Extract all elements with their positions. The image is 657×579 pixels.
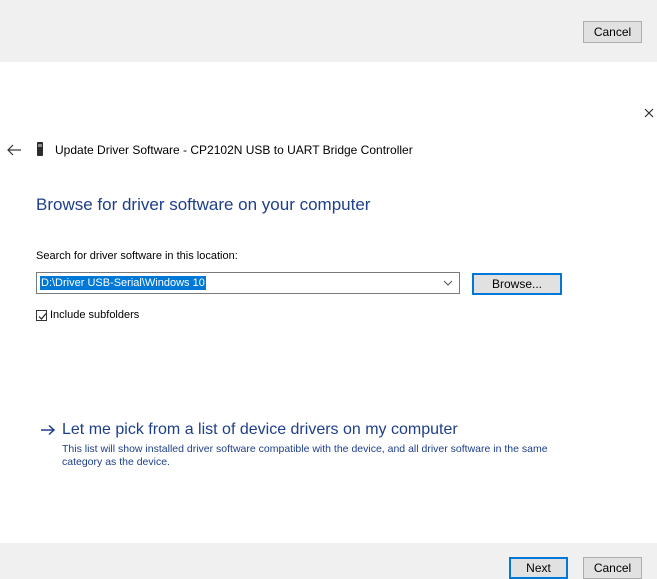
top-cancel-button[interactable]: Cancel [583, 21, 642, 43]
pick-driver-list-description: This list will show installed driver sof… [62, 443, 548, 468]
close-icon[interactable] [642, 106, 656, 120]
pick-driver-list-link[interactable]: Let me pick from a list of device driver… [40, 421, 458, 439]
top-button-bar: Cancel [0, 0, 657, 62]
pick-driver-list-title[interactable]: Let me pick from a list of device driver… [62, 421, 458, 439]
arrow-right-icon [41, 424, 56, 436]
driver-path-combobox[interactable]: D:\Driver USB-Serial\Windows 10 [36, 272, 460, 294]
next-button[interactable]: Next [509, 557, 568, 579]
include-subfolders-checkbox[interactable] [36, 309, 47, 321]
chevron-down-icon[interactable] [443, 279, 453, 287]
usb-device-icon [37, 142, 43, 156]
include-subfolders-option[interactable]: Include subfolders [36, 309, 139, 321]
search-location-label: Search for driver software in this locat… [36, 250, 238, 262]
page-heading: Browse for driver software on your compu… [36, 195, 371, 214]
browse-button[interactable]: Browse... [472, 273, 562, 295]
back-arrow-icon[interactable] [6, 143, 22, 157]
checkmark-icon [38, 312, 47, 320]
include-subfolders-label[interactable]: Include subfolders [50, 309, 139, 321]
window-title: Update Driver Software - CP2102N USB to … [55, 143, 413, 157]
driver-path-value[interactable]: D:\Driver USB-Serial\Windows 10 [40, 276, 206, 290]
cancel-button[interactable]: Cancel [583, 557, 642, 579]
